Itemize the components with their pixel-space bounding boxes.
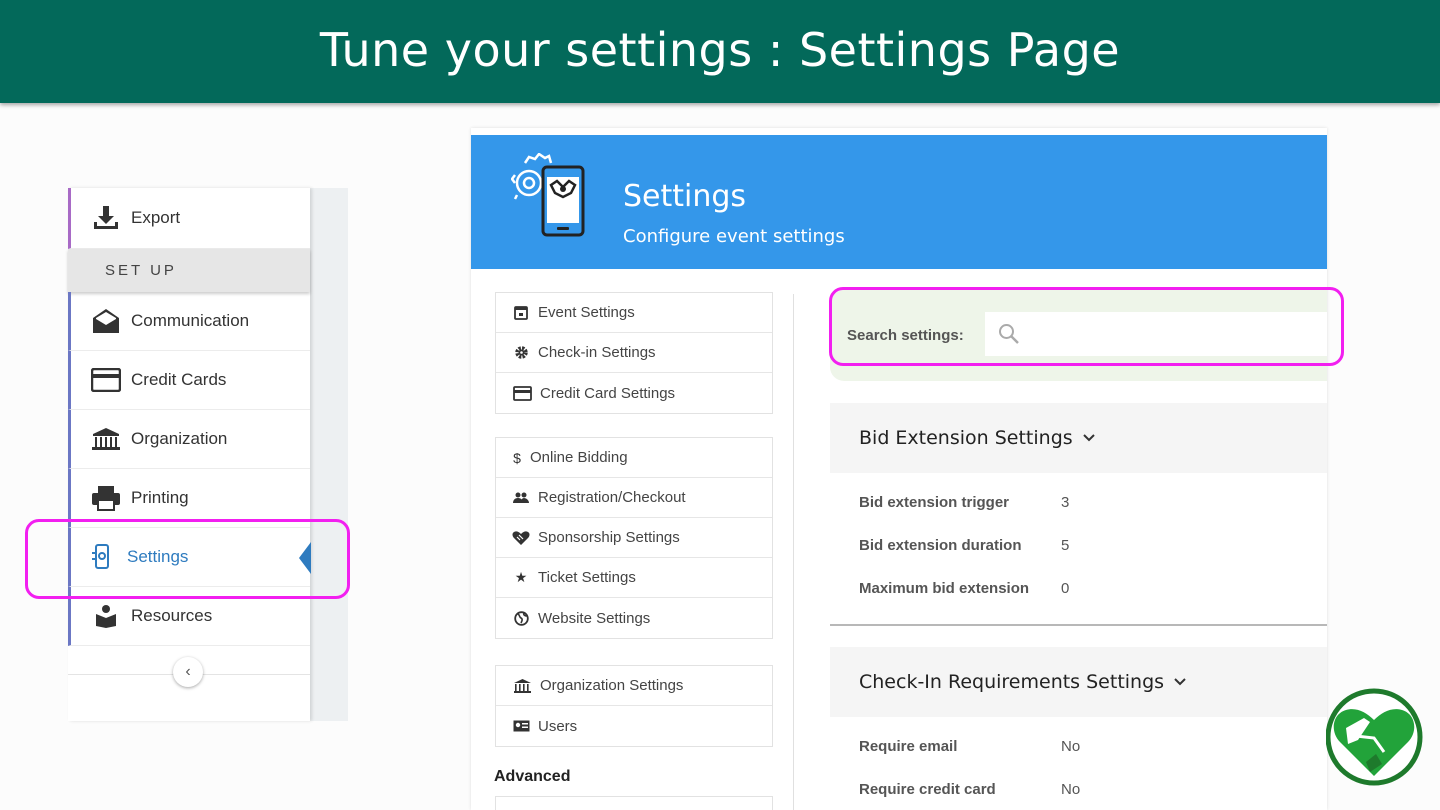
menu-item-ticket-settings[interactable]: ★ Ticket Settings: [496, 558, 772, 598]
search-bar-highlight: [829, 287, 1344, 366]
brand-logo-icon: [1325, 684, 1426, 799]
section-header[interactable]: Bid Extension Settings: [830, 403, 1327, 473]
people-icon: [512, 492, 530, 504]
sidebar-item-label: Export: [131, 208, 181, 227]
setting-row: Bid extension duration 5: [830, 524, 1327, 567]
credit-card-icon: [91, 365, 121, 395]
tutorial-banner: Tune your settings : Settings Page: [0, 0, 1440, 103]
menu-item-label: Registration/Checkout: [538, 489, 686, 506]
setting-key: Require credit card: [859, 781, 996, 798]
setting-value: No: [1061, 781, 1081, 798]
menu-item-online-bidding[interactable]: $ Online Bidding: [496, 438, 772, 478]
menu-item-label: Online Bidding: [530, 449, 628, 466]
menu-item-registration-checkout[interactable]: Registration/Checkout: [496, 478, 772, 518]
chevron-down-icon: [1174, 675, 1186, 690]
gear-icon: [512, 345, 530, 360]
chevron-down-icon: [1082, 431, 1095, 446]
resources-icon: [91, 601, 121, 631]
card-divider: [830, 624, 1327, 626]
settings-menu-group: Organization Settings Users: [495, 665, 773, 747]
setting-key: Require email: [859, 738, 958, 755]
building-icon: [91, 424, 121, 454]
sidebar-item-credit-cards[interactable]: Credit Cards: [68, 351, 310, 410]
panel-header: Settings Configure event settings: [471, 135, 1327, 269]
menu-item-label: Event Settings: [538, 304, 635, 321]
sidebar-item-label: Resources: [131, 606, 213, 625]
setup-section-header: SET UP: [68, 249, 310, 292]
setting-key: Bid extension trigger: [859, 494, 1010, 511]
setting-row: Maximum bid extension 0: [830, 567, 1327, 610]
setting-key: Maximum bid extension: [859, 580, 1030, 597]
settings-menu-group: Event Settings Check-in Settings Credit …: [495, 292, 773, 414]
setting-key: Bid extension duration: [859, 537, 1022, 554]
menu-item-label: Sponsorship Settings: [538, 529, 680, 546]
menu-item-sponsorship-settings[interactable]: Sponsorship Settings: [496, 518, 772, 558]
panel-subtitle: Configure event settings: [623, 226, 845, 247]
advanced-menu-group: [495, 796, 773, 810]
menu-item-label: Users: [538, 717, 578, 735]
check-in-requirements-card: Check-In Requirements Settings Require e…: [830, 647, 1327, 810]
setting-value: 3: [1061, 494, 1070, 511]
setting-value: 0: [1061, 580, 1070, 597]
collapse-sidebar-button[interactable]: ‹: [173, 657, 203, 687]
bid-extension-settings-card: Bid Extension Settings Bid extension tri…: [830, 403, 1327, 626]
menu-item-users[interactable]: Users: [496, 706, 772, 746]
sidebar-item-export[interactable]: Export: [68, 188, 310, 249]
setting-row: Require credit card No: [830, 768, 1327, 810]
setting-value: 5: [1061, 537, 1070, 554]
setting-value: No: [1061, 738, 1081, 755]
settings-item-highlight: [25, 519, 350, 599]
menu-item-organization-settings[interactable]: Organization Settings: [496, 666, 772, 706]
download-icon: [91, 203, 121, 233]
panel-divider: [793, 294, 794, 810]
menu-item-label: Organization Settings: [540, 677, 684, 694]
banner-title: Tune your settings : Settings Page: [319, 22, 1121, 77]
sidebar-item-label: Credit Cards: [131, 370, 227, 389]
menu-item-label: Ticket Settings: [538, 569, 636, 586]
menu-item-label: Credit Card Settings: [540, 384, 676, 402]
menu-item-event-settings[interactable]: Event Settings: [496, 293, 772, 333]
globe-icon: [512, 610, 530, 626]
advanced-section-heading: Advanced: [494, 768, 571, 785]
sidebar-item-label: Organization: [131, 429, 228, 448]
printer-icon: [91, 483, 121, 513]
section-header[interactable]: Check-In Requirements Settings: [830, 647, 1327, 717]
sidebar-item-label: Communication: [131, 311, 250, 330]
chevron-left-icon: ‹: [185, 663, 191, 680]
id-card-icon: [512, 720, 530, 732]
sidebar-item-communication[interactable]: Communication: [68, 292, 310, 351]
menu-item-credit-card-settings[interactable]: Credit Card Settings: [496, 373, 772, 413]
settings-menu-group: $ Online Bidding Registration/Checkout S…: [495, 437, 773, 639]
section-title: Bid Extension Settings: [859, 427, 1073, 449]
dollar-icon: $: [513, 449, 521, 466]
section-title: Check-In Requirements Settings: [859, 671, 1165, 693]
menu-item-label: Check-in Settings: [538, 344, 656, 361]
credit-card-icon: [512, 385, 532, 401]
phone-gear-icon: [510, 152, 591, 252]
sidebar-item-label: Printing: [131, 488, 189, 507]
setting-row: Require email No: [830, 725, 1327, 768]
star-icon: ★: [514, 569, 528, 585]
envelope-icon: [91, 306, 121, 336]
calendar-icon: [512, 305, 530, 320]
sidebar-item-organization[interactable]: Organization: [68, 410, 310, 469]
menu-item-label: Website Settings: [538, 609, 651, 627]
handshake-heart-icon: [512, 530, 530, 546]
settings-panel: Settings Configure event settings Event …: [471, 128, 1327, 810]
sidebar-list: Export SET UP Communication Credit Cards…: [68, 188, 310, 721]
sidebar: Export SET UP Communication Credit Cards…: [68, 188, 348, 721]
menu-item-website-settings[interactable]: Website Settings: [496, 598, 772, 638]
panel-title: Settings: [623, 179, 747, 214]
building-icon: [512, 678, 532, 694]
setting-row: Bid extension trigger 3: [830, 481, 1327, 524]
menu-item-check-in-settings[interactable]: Check-in Settings: [496, 333, 772, 373]
